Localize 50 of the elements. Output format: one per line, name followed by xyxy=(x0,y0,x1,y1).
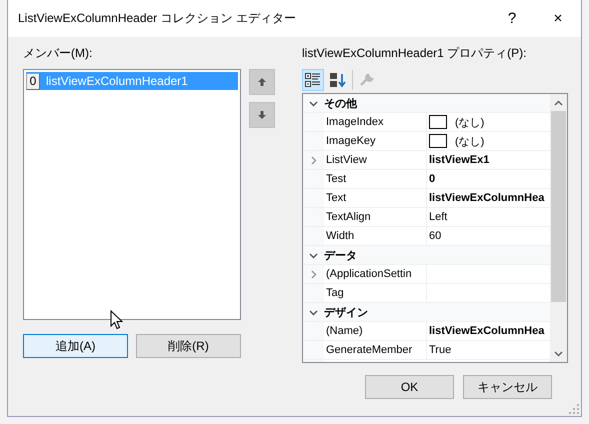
property-value[interactable]: 60 xyxy=(429,230,442,242)
property-value[interactable]: 0 xyxy=(429,173,436,185)
help-button[interactable]: ? xyxy=(489,0,535,37)
property-name[interactable]: (ApplicationSettin xyxy=(324,265,427,283)
property-name[interactable]: (Name) xyxy=(324,322,427,340)
property-name[interactable]: ImageKey xyxy=(324,132,427,150)
window-title: ListViewExColumnHeader コレクション エディター xyxy=(18,10,297,27)
wrench-icon xyxy=(360,73,374,87)
resize-grip-icon[interactable] xyxy=(569,404,579,414)
property-name[interactable]: TextAlign xyxy=(324,208,427,226)
scrollbar[interactable] xyxy=(550,94,567,362)
categorized-icon xyxy=(305,73,321,87)
cancel-button[interactable]: キャンセル xyxy=(463,375,552,399)
properties-label: listViewExColumnHeader1 プロパティ(P): xyxy=(302,45,528,61)
scroll-down-icon[interactable] xyxy=(554,350,563,356)
arrow-up-icon xyxy=(257,77,267,87)
move-up-button[interactable] xyxy=(249,69,275,95)
members-label: メンバー(M): xyxy=(23,45,94,61)
property-name[interactable]: GenerateMember xyxy=(324,341,427,359)
property-value[interactable]: listViewExColumnHea xyxy=(429,325,544,337)
arrow-down-icon xyxy=(257,110,267,120)
property-name[interactable]: Width xyxy=(324,227,427,245)
property-name[interactable]: ImageIndex xyxy=(324,113,427,131)
collapse-icon[interactable] xyxy=(309,98,318,108)
scroll-up-icon[interactable] xyxy=(554,100,563,106)
remove-button[interactable]: 削除(R) xyxy=(136,334,241,358)
ok-button[interactable]: OK xyxy=(365,375,454,399)
property-value[interactable]: True xyxy=(429,344,452,356)
category-label[interactable]: その他 xyxy=(324,94,357,112)
collapse-icon[interactable] xyxy=(309,308,318,316)
add-button[interactable]: 追加(A) xyxy=(23,334,128,358)
property-name[interactable]: Text xyxy=(324,189,427,207)
expand-icon[interactable] xyxy=(309,270,318,278)
property-name[interactable]: ListView xyxy=(324,151,427,169)
move-down-button[interactable] xyxy=(249,102,275,128)
sort-icon xyxy=(330,72,346,88)
property-value[interactable]: listViewEx1 xyxy=(429,154,490,166)
member-item[interactable]: 0 listViewExColumnHeader1 xyxy=(26,72,238,90)
categorized-button[interactable] xyxy=(302,69,324,91)
property-value[interactable]: (なし) xyxy=(455,114,484,130)
property-value[interactable]: listViewExColumnHea xyxy=(429,192,544,204)
property-value[interactable]: Left xyxy=(429,211,448,223)
property-name[interactable]: Test xyxy=(324,170,427,188)
property-value[interactable]: (なし) xyxy=(455,134,484,148)
collapse-icon[interactable] xyxy=(309,250,318,260)
close-button[interactable]: × xyxy=(535,0,581,37)
category-label[interactable]: データ xyxy=(324,246,357,264)
category-label[interactable]: デザイン xyxy=(324,303,368,321)
expand-icon[interactable] xyxy=(309,156,318,164)
property-name[interactable]: Tag xyxy=(324,284,427,302)
